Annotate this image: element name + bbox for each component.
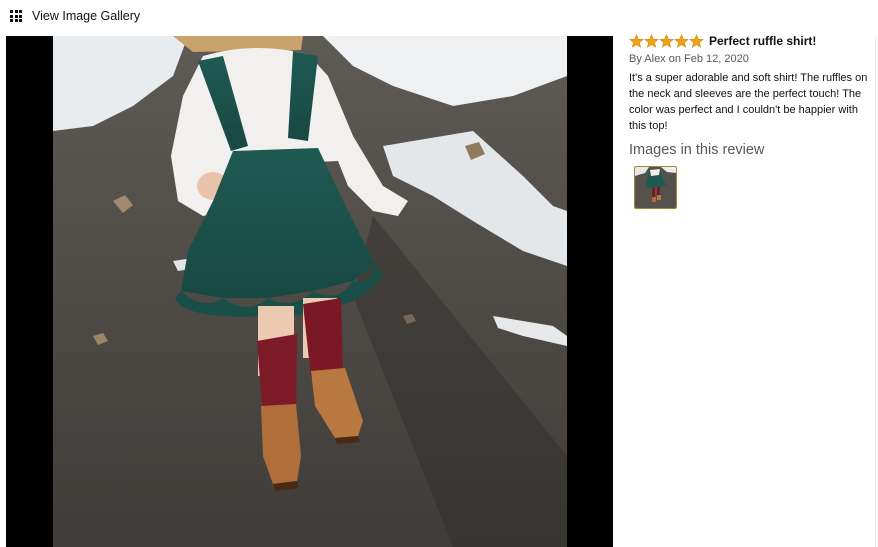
star-icon bbox=[644, 34, 659, 48]
review-panel: Perfect ruffle shirt! By Alex on Feb 12,… bbox=[629, 34, 874, 209]
images-in-review-heading: Images in this review bbox=[629, 142, 765, 158]
view-image-gallery-label: View Image Gallery bbox=[32, 9, 141, 23]
review-header: Perfect ruffle shirt! bbox=[629, 34, 874, 48]
review-title: Perfect ruffle shirt! bbox=[709, 34, 817, 48]
top-bar: View Image Gallery bbox=[0, 0, 878, 36]
image-viewer bbox=[6, 36, 613, 547]
review-photo-main bbox=[53, 36, 567, 547]
star-icon bbox=[689, 34, 704, 48]
review-photo-thumbnail[interactable] bbox=[634, 166, 677, 209]
star-icon bbox=[674, 34, 689, 48]
grid-icon bbox=[10, 10, 22, 22]
view-image-gallery-link[interactable]: View Image Gallery bbox=[10, 8, 140, 24]
review-byline: By Alex on Feb 12, 2020 bbox=[629, 53, 749, 65]
star-icon bbox=[659, 34, 674, 48]
star-rating bbox=[629, 34, 704, 48]
star-icon bbox=[629, 34, 644, 48]
panel-divider bbox=[875, 36, 876, 547]
review-body: It's a super adorable and soft shirt! Th… bbox=[629, 72, 868, 132]
